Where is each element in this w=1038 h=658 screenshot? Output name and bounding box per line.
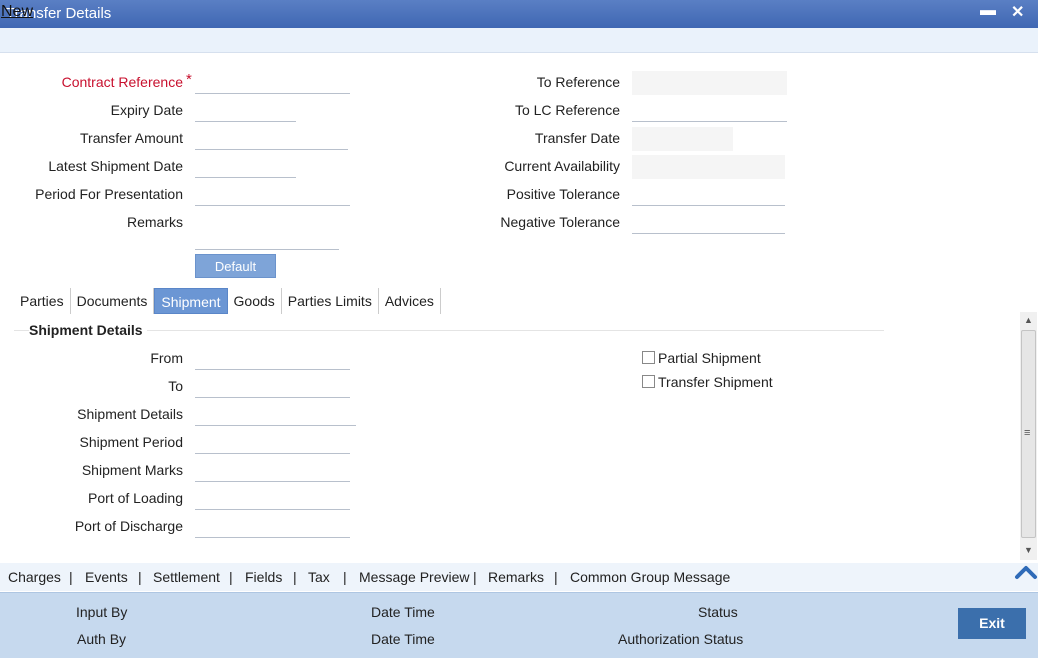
nav-common-group-message[interactable]: Common Group Message [570,569,730,585]
remarks-input[interactable] [195,226,339,250]
port-of-loading-input[interactable] [195,486,350,510]
nav-separator: | [229,569,233,585]
date-time-label: Date Time [371,604,435,620]
transfer-date-label: Transfer Date [534,130,620,146]
close-icon[interactable]: ✕ [1011,2,1024,22]
current-availability-input[interactable] [632,155,785,179]
to-input[interactable] [195,374,350,398]
shipment-period-label: Shipment Period [79,434,183,450]
to-lc-reference-input[interactable] [632,98,787,122]
shipment-period-input[interactable] [195,430,350,454]
port-of-discharge-input[interactable] [195,514,350,538]
nav-separator: | [293,569,297,585]
nav-separator: | [138,569,142,585]
auth-by-label: Auth By [77,631,127,647]
current-availability-label: Current Availability [504,158,620,174]
period-for-presentation-label: Period For Presentation [35,186,183,202]
expiry-date-input[interactable] [195,98,296,122]
contract-reference-input[interactable] [195,70,350,94]
to-reference-label: To Reference [536,74,620,90]
tab-documents[interactable]: Documents [71,288,155,314]
tab-goods[interactable]: Goods [228,288,282,314]
tab-bar: Parties Documents Shipment Goods Parties… [14,288,441,314]
nav-settlement[interactable]: Settlement [153,569,220,585]
to-label: To [168,378,183,394]
scroll-grip-icon: ≡ [1024,427,1031,439]
tab-shipment[interactable]: Shipment [154,288,228,314]
nav-events[interactable]: Events [85,569,128,585]
nav-separator: | [473,569,477,585]
scroll-down-icon[interactable]: ▼ [1024,545,1033,555]
status-label: Status [698,604,738,620]
expiry-date-label: Expiry Date [110,102,183,118]
nav-separator: | [343,569,347,585]
input-by-label: Input By [76,604,128,620]
from-label: From [150,350,183,366]
exit-button[interactable]: Exit [958,608,1026,639]
latest-shipment-date-label: Latest Shipment Date [48,158,183,174]
to-reference-input[interactable] [632,71,787,95]
shipment-marks-label: Shipment Marks [81,462,183,478]
port-of-loading-label: Port of Loading [88,490,183,506]
scroll-up-icon[interactable]: ▲ [1024,315,1033,325]
period-for-presentation-input[interactable] [195,182,350,206]
nav-fields[interactable]: Fields [245,569,282,585]
menu-bar [0,28,1038,53]
remarks-label: Remarks [126,214,183,230]
transfer-shipment-checkbox[interactable] [642,375,655,388]
partial-shipment-label: Partial Shipment [658,350,761,366]
tab-parties-limits[interactable]: Parties Limits [282,288,379,314]
title-bar [0,0,1038,28]
transfer-amount-label: Transfer Amount [80,130,183,146]
section-title: Shipment Details [29,322,147,338]
nav-message-preview[interactable]: Message Preview [359,569,470,585]
to-lc-reference-label: To LC Reference [514,102,620,118]
transfer-shipment-label: Transfer Shipment [658,374,773,390]
positive-tolerance-label: Positive Tolerance [506,186,620,202]
contract-reference-label: Contract Reference [61,74,183,90]
nav-charges[interactable]: Charges [8,569,61,585]
menu-new[interactable]: New [1,3,33,21]
shipment-details-label: Shipment Details [77,406,183,422]
shipment-details-input[interactable] [195,402,356,426]
minimize-icon[interactable]: ▬ [980,2,996,20]
tab-advices[interactable]: Advices [379,288,441,314]
authorization-status-label: Authorization Status [618,631,744,647]
from-input[interactable] [195,346,350,370]
tab-parties[interactable]: Parties [14,288,71,314]
audit-footer [0,592,1038,658]
latest-shipment-date-input[interactable] [195,154,296,178]
nav-separator: | [554,569,558,585]
nav-remarks[interactable]: Remarks [488,569,544,585]
port-of-discharge-label: Port of Discharge [74,518,183,534]
shipment-marks-input[interactable] [195,458,350,482]
chevron-up-icon[interactable] [1014,563,1038,585]
positive-tolerance-input[interactable] [632,182,785,206]
nav-separator: | [69,569,73,585]
default-button[interactable]: Default [195,254,276,278]
negative-tolerance-label: Negative Tolerance [500,214,620,230]
transfer-date-input[interactable] [632,127,733,151]
transfer-amount-input[interactable] [195,126,348,150]
negative-tolerance-input[interactable] [632,210,785,234]
auth-date-time-label: Date Time [371,631,435,647]
required-marker: * [186,71,192,88]
partial-shipment-checkbox[interactable] [642,351,655,364]
nav-tax[interactable]: Tax [308,569,330,585]
